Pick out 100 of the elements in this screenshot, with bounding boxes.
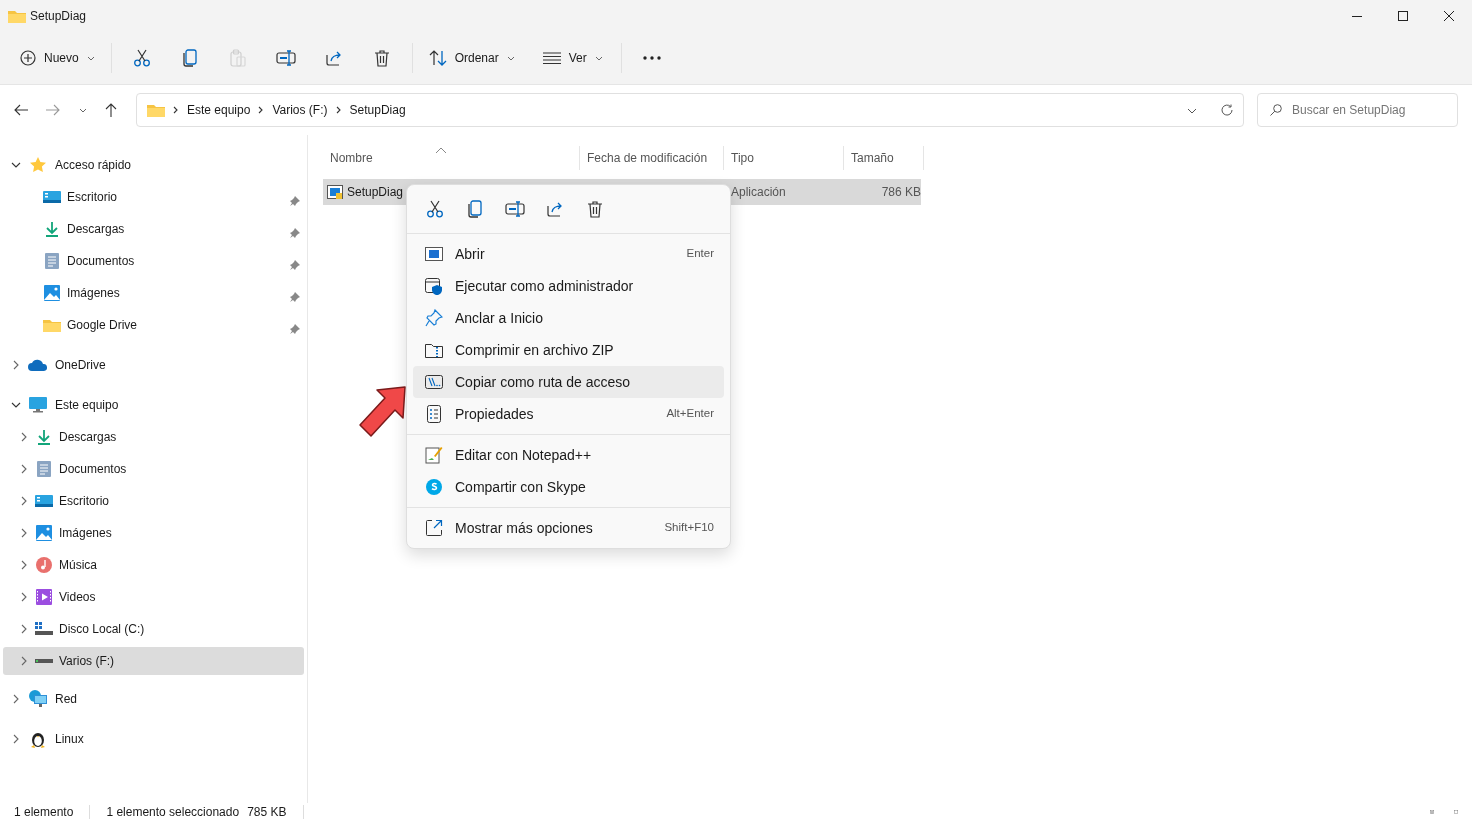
sidebar-item[interactable]: Varios (F:)	[3, 647, 304, 675]
properties-icon	[427, 405, 441, 423]
computer-icon	[29, 397, 47, 413]
menu-item[interactable]: Comprimir en archivo ZIP	[413, 334, 724, 366]
menu-item[interactable]: Editar con Notepad++	[413, 439, 724, 471]
menu-item[interactable]: Propiedades Alt+Enter	[413, 398, 724, 430]
sidebar-item[interactable]: Música	[3, 549, 304, 581]
desktop-icon	[43, 190, 61, 204]
chevron-right-icon	[21, 592, 27, 602]
pin-icon	[290, 291, 300, 302]
forward-icon	[46, 104, 60, 116]
pin-icon	[290, 227, 300, 238]
caret-icon	[506, 55, 515, 61]
chevron-right-icon	[21, 464, 27, 474]
plus-icon	[20, 50, 36, 66]
sidebar-item[interactable]: Descargas	[3, 213, 304, 245]
file-name: SetupDiag	[347, 184, 404, 201]
copy-icon	[467, 200, 483, 218]
desktop-icon	[35, 494, 53, 508]
more-icon	[642, 56, 661, 60]
item-count: 1 elemento	[14, 804, 74, 821]
file-type: Aplicación	[731, 184, 787, 201]
breadcrumb[interactable]: Varios (F:)	[272, 101, 328, 119]
sidebar-item[interactable]: Linux	[3, 723, 304, 755]
view-button[interactable]: Ver	[532, 43, 613, 73]
folder-icon	[43, 318, 61, 332]
penguin-icon	[30, 730, 46, 748]
menu-item[interactable]: Compartir con Skype	[413, 471, 724, 503]
sidebar-item[interactable]: Imágenes	[3, 277, 304, 309]
download-icon	[36, 429, 52, 445]
sidebar-item[interactable]: Escritorio	[3, 485, 304, 517]
caret-icon	[79, 107, 87, 113]
search-icon	[1270, 104, 1282, 116]
chevron-down-icon	[11, 162, 21, 168]
column-header[interactable]: Fecha de modificación	[580, 146, 724, 170]
chevron-icon	[258, 106, 265, 114]
breadcrumb[interactable]: SetupDiag	[349, 101, 406, 119]
chevron-right-icon	[21, 560, 27, 570]
back-icon	[14, 104, 28, 116]
menu-item[interactable]: Abrir Enter	[413, 238, 724, 270]
menu-item[interactable]: Anclar a Inicio	[413, 302, 724, 334]
column-header[interactable]: Tamaño	[844, 146, 924, 170]
view-icon	[542, 52, 561, 64]
drive-icon	[35, 622, 53, 636]
sort-indicator-icon	[435, 145, 447, 154]
skype-icon	[426, 479, 442, 495]
chevron-icon	[173, 106, 179, 114]
sidebar-item[interactable]: Descargas	[3, 421, 304, 453]
pin-icon	[425, 309, 443, 327]
drive-icon	[35, 658, 53, 664]
cloud-icon	[28, 359, 48, 371]
breadcrumb[interactable]: Este equipo	[187, 101, 251, 119]
sort-icon	[428, 50, 447, 66]
sidebar-item[interactable]: Acceso rápido	[3, 149, 304, 181]
maximize-icon	[1398, 11, 1408, 21]
caret-icon	[594, 55, 603, 61]
chevron-right-icon	[21, 496, 27, 506]
chevron-right-icon	[13, 360, 19, 370]
chevron-right-icon	[13, 734, 19, 744]
path-icon	[425, 375, 443, 389]
column-header[interactable]: Tipo	[724, 146, 844, 170]
video-icon	[36, 589, 52, 605]
network-icon	[28, 690, 48, 708]
selection-size: 785 KB	[247, 804, 287, 821]
sidebar-item[interactable]: Documentos	[3, 245, 304, 277]
sidebar-item[interactable]: Este equipo	[3, 389, 304, 421]
folder-icon	[147, 103, 165, 117]
picture-icon	[44, 285, 60, 301]
new-button[interactable]: Nuevo	[10, 43, 105, 73]
search-field[interactable]: Buscar en SetupDiag	[1257, 93, 1458, 127]
pin-icon	[290, 323, 300, 334]
sidebar-item[interactable]: Disco Local (C:)	[3, 613, 304, 645]
sidebar-item[interactable]: Red	[3, 683, 304, 715]
file-size: 786 KB	[880, 184, 921, 201]
window-icon	[425, 247, 443, 261]
scissors-icon	[426, 200, 444, 218]
menu-item[interactable]: Copiar como ruta de acceso	[413, 366, 724, 398]
caret-icon	[86, 55, 95, 61]
address-bar[interactable]: Este equipo Varios (F:) SetupDiag	[136, 93, 1244, 127]
sidebar-item[interactable]: Escritorio	[3, 181, 304, 213]
sidebar-item[interactable]: Imágenes	[3, 517, 304, 549]
sidebar-item[interactable]: Documentos	[3, 453, 304, 485]
trash-icon	[587, 200, 603, 218]
sidebar-item[interactable]: Videos	[3, 581, 304, 613]
close-icon	[1444, 11, 1454, 21]
star-icon	[30, 157, 46, 173]
menu-item[interactable]: Mostrar más opciones Shift+F10	[413, 512, 724, 544]
sidebar-item[interactable]: Google Drive	[3, 309, 304, 341]
search-input[interactable]: Buscar en SetupDiag	[1290, 100, 1440, 120]
zip-folder-icon	[425, 342, 443, 358]
sort-button[interactable]: Ordenar	[418, 43, 525, 73]
application-icon	[327, 185, 343, 199]
chevron-right-icon	[21, 432, 27, 442]
sidebar-item[interactable]: OneDrive	[3, 349, 304, 381]
dropdown-icon	[1187, 107, 1197, 114]
column-header[interactable]: Nombre	[323, 146, 580, 170]
chevron-right-icon	[21, 624, 27, 634]
menu-item[interactable]: Ejecutar como administrador	[413, 270, 724, 302]
up-arrow-icon	[105, 103, 117, 117]
expand-icon	[425, 519, 443, 537]
